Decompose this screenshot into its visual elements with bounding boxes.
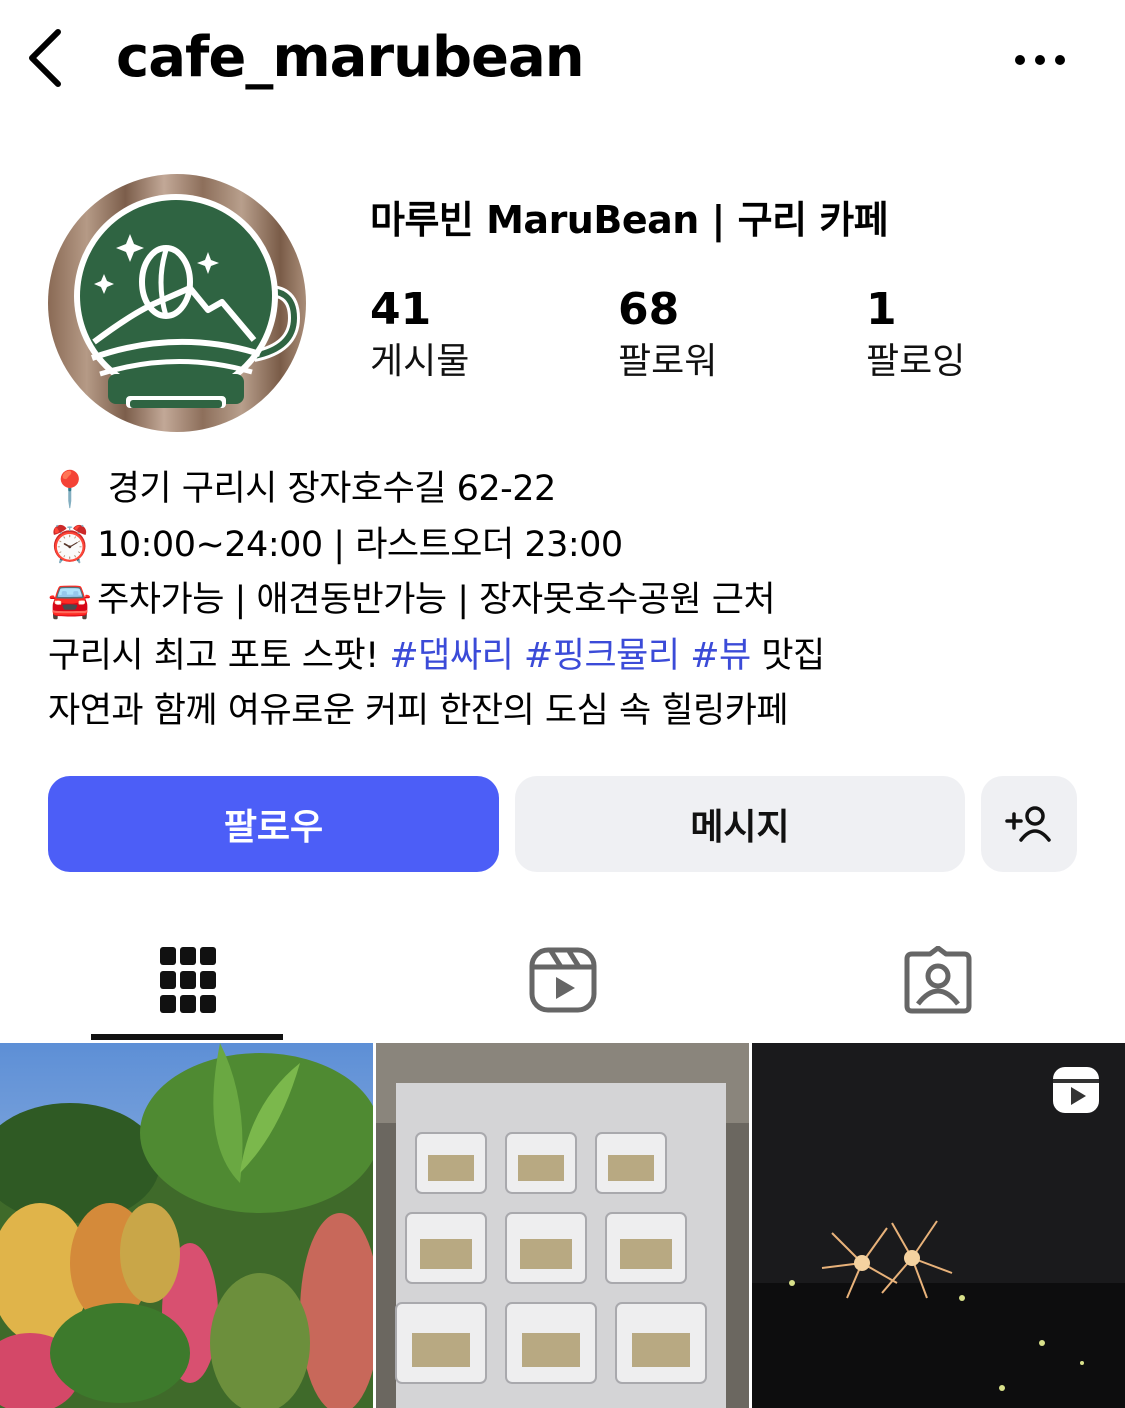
hashtag-link[interactable]: #뷰: [690, 636, 751, 676]
tab-tagged[interactable]: [750, 920, 1125, 1040]
followers-count: 68: [618, 284, 680, 335]
reels-icon: [529, 947, 596, 1013]
following-count-stat[interactable]: 1 팔로잉: [866, 282, 965, 386]
bio-hours: 10:00~24:00 | 라스트오더 23:00: [97, 524, 623, 565]
post-thumbnail[interactable]: [376, 1043, 749, 1408]
following-count: 1: [866, 284, 897, 335]
bio-tagline: 자연과 함께 여유로운 커피 한잔의 도심 속 힐링카페: [48, 690, 789, 731]
profile-display-name: 마루빈 MaruBean | 구리 카페: [370, 198, 889, 242]
posts-count-stat[interactable]: 41 게시물: [370, 282, 469, 386]
tab-posts[interactable]: [0, 920, 375, 1040]
tagged-person-icon: [904, 946, 971, 1014]
pin-icon: 📍: [48, 469, 92, 510]
top-bar: cafe_marubean: [0, 0, 1125, 120]
back-button[interactable]: [22, 24, 72, 92]
cafe-logo-image: [48, 174, 306, 432]
profile-bio: 📍 경기 구리시 장자호수길 62-22 ⏰ 10:00~24:00 | 라스트오…: [48, 462, 1098, 739]
bio-hours-line: ⏰ 10:00~24:00 | 라스트오더 23:00: [48, 518, 1098, 574]
chevron-left-icon: [29, 29, 61, 87]
bio-amenities: 주차가능 | 애견동반가능 | 장자못호수공원 근처: [97, 580, 776, 620]
follow-button[interactable]: 팔로우: [48, 776, 499, 872]
post-thumbnail[interactable]: [752, 1043, 1125, 1408]
profile-avatar[interactable]: [48, 174, 306, 432]
posts-count: 41: [370, 284, 432, 335]
post-thumbnail[interactable]: [0, 1043, 373, 1408]
bio-address: 경기 구리시 장자호수길 62-22: [97, 469, 557, 509]
bio-photo-spot-prefix: 구리시 최고 포토 스팟!: [48, 635, 390, 676]
active-tab-indicator: [91, 1034, 283, 1040]
add-person-icon: [1005, 806, 1051, 842]
packaged-items-photo: [376, 1043, 749, 1408]
tab-reels[interactable]: [375, 920, 750, 1040]
profile-username: cafe_marubean: [116, 25, 585, 90]
following-label: 팔로잉: [866, 341, 966, 382]
grid-icon: [159, 947, 216, 1013]
alarm-clock-icon: ⏰: [48, 525, 92, 565]
hashtag-link[interactable]: #댑싸리: [389, 636, 513, 676]
hashtag-link[interactable]: #핑크뮬리: [524, 636, 680, 676]
more-horizontal-icon: [1015, 55, 1065, 65]
posts-label: 게시물: [370, 341, 470, 382]
bio-amenities-line: 🚘 주차가능 | 애견동반가능 | 장자못호수공원 근처: [48, 573, 1098, 629]
more-options-button[interactable]: [1008, 40, 1072, 80]
bio-photo-spot-line: 구리시 최고 포토 스팟! #댑싸리 #핑크뮬리 #뷰 맛집: [48, 629, 1098, 684]
reel-indicator-icon: [1053, 1067, 1099, 1113]
garden-photo: [0, 1043, 373, 1408]
suggested-users-button[interactable]: [981, 776, 1077, 872]
followers-count-stat[interactable]: 68 팔로워: [618, 282, 717, 386]
car-icon: 🚘: [48, 580, 92, 621]
followers-label: 팔로워: [618, 341, 718, 382]
bio-photo-spot-suffix: 맛집: [750, 635, 825, 676]
message-button[interactable]: 메시지: [515, 776, 965, 872]
bio-address-line: 📍 경기 구리시 장자호수길 62-22: [48, 462, 1098, 518]
